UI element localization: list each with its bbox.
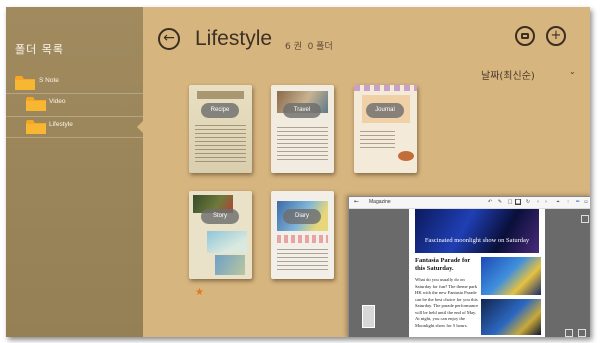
- undo-icon[interactable]: ↶: [487, 199, 493, 205]
- book-trim: [354, 85, 417, 91]
- magazine-headline: Fantasia Parade for this Saturday.: [415, 257, 471, 272]
- page-indicator-icon[interactable]: ■: [515, 199, 521, 205]
- book-art: [398, 151, 414, 161]
- magazine-preview-window[interactable]: ← Magazine ↶ ✎ □ ■ ↻ ‹ › ⌖ ∶ ✏ ▫ Fascina…: [348, 196, 590, 337]
- book-text: [277, 249, 328, 273]
- arrow-left-icon[interactable]: ‹: [535, 199, 541, 205]
- book-diary[interactable]: Diary: [271, 191, 334, 279]
- brush-icon[interactable]: ∶: [565, 199, 571, 205]
- book-art: [207, 231, 247, 253]
- pencil-icon[interactable]: ✏: [575, 199, 581, 205]
- book-travel[interactable]: Travel: [271, 85, 334, 173]
- magazine-hero-text: Fascinated moonlight show on Saturday: [424, 237, 530, 244]
- rotate-icon[interactable]: ↻: [525, 199, 531, 205]
- arrow-right-icon[interactable]: ›: [543, 199, 549, 205]
- folder-item-lifestyle[interactable]: Lifestyle: [6, 116, 143, 138]
- star-icon[interactable]: ★: [195, 287, 204, 298]
- book-journal[interactable]: Journal: [354, 85, 417, 173]
- folder-icon: [26, 97, 46, 111]
- book-label: Diary: [283, 209, 321, 224]
- page-title: Lifestyle: [195, 27, 273, 50]
- magazine-right-panel: [545, 209, 590, 337]
- book-text: [277, 127, 328, 163]
- magazine-hero-image: Fascinated moonlight show on Saturday: [415, 209, 539, 253]
- book-label: Recipe: [201, 103, 239, 118]
- app-window: 폴더 목록 S Note Video Lifestyle ← Lifestyle…: [6, 7, 590, 337]
- book-label: Travel: [283, 103, 321, 118]
- sidebar-title: 폴더 목록: [15, 43, 64, 56]
- magazine-body-text: What do you usually do on Saturday for f…: [415, 277, 479, 328]
- plus-icon: +: [550, 28, 562, 43]
- magazine-title: Magazine: [369, 199, 391, 205]
- book-trim: [277, 235, 328, 243]
- book-text: [360, 131, 395, 151]
- book-header-art: [197, 91, 244, 99]
- book-label: Story: [201, 209, 239, 224]
- book-art: [215, 255, 245, 275]
- folder-label: S Note: [39, 77, 59, 84]
- folder-icon: [26, 120, 46, 134]
- page-icon[interactable]: □: [507, 199, 513, 205]
- grid-icon[interactable]: [565, 329, 573, 337]
- magazine-photo: [481, 299, 541, 335]
- back-arrow-icon: ←: [163, 30, 175, 46]
- back-button[interactable]: ←: [158, 28, 180, 50]
- item-count: 6 권 0 폴더: [285, 42, 333, 52]
- selection-indicator: [137, 121, 143, 133]
- folder-item-video[interactable]: Video: [6, 94, 143, 114]
- crop-icon[interactable]: ⌖: [555, 199, 561, 205]
- pen-icon[interactable]: ✎: [497, 199, 503, 205]
- folder-item-s-note[interactable]: S Note: [6, 73, 143, 94]
- magazine-photo: [481, 257, 541, 295]
- folder-label: Video: [49, 98, 66, 105]
- magazine-left-panel: [349, 209, 409, 337]
- book-recipe[interactable]: Recipe: [189, 85, 252, 173]
- folder-label: Lifestyle: [49, 121, 73, 128]
- folder-icon: [15, 76, 35, 90]
- mic-icon: [521, 33, 529, 39]
- eraser-icon[interactable]: ▫: [583, 199, 589, 205]
- magazine-page: Fascinated moonlight show on Saturday Fa…: [409, 209, 545, 337]
- book-label: Journal: [366, 103, 404, 118]
- close-icon[interactable]: [578, 329, 586, 337]
- page-thumbnail[interactable]: [362, 305, 375, 328]
- add-button[interactable]: +: [546, 26, 566, 46]
- book-text: [195, 125, 246, 165]
- chevron-down-icon[interactable]: ⌄: [569, 67, 576, 76]
- back-arrow-icon[interactable]: ←: [354, 198, 359, 205]
- folder-sidebar: 폴더 목록 S Note Video Lifestyle: [6, 7, 143, 337]
- expand-icon[interactable]: [581, 215, 589, 223]
- voice-button[interactable]: [515, 26, 535, 46]
- magazine-toolbar: ← Magazine ↶ ✎ □ ■ ↻ ‹ › ⌖ ∶ ✏ ▫: [349, 197, 590, 209]
- sort-dropdown[interactable]: 날짜(최신순): [481, 67, 535, 82]
- book-story[interactable]: Story: [189, 191, 252, 279]
